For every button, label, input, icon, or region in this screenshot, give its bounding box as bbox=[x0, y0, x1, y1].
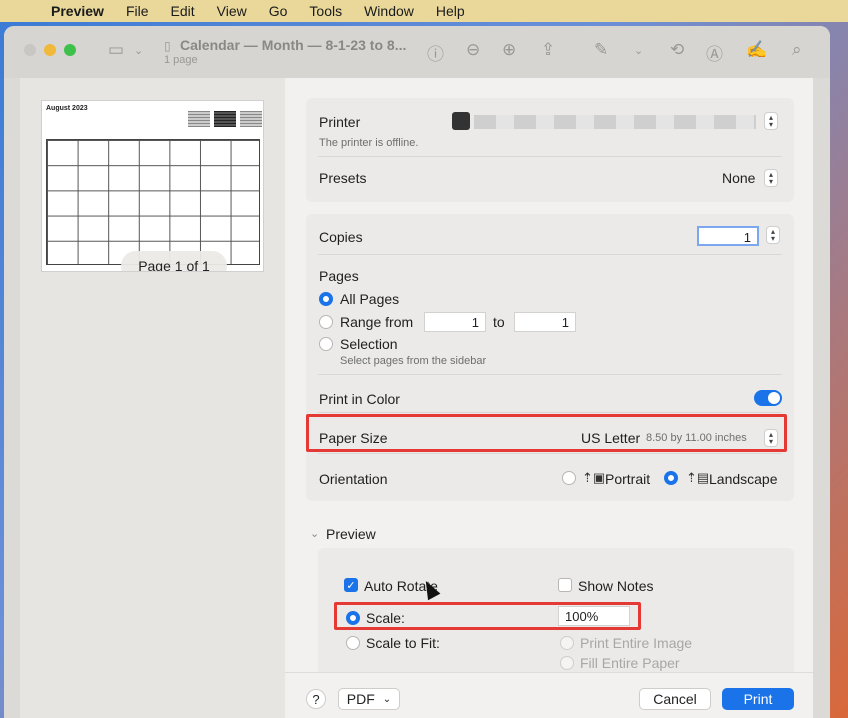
printer-group: Printer ▴ ▾ The printer is offline. Prese… bbox=[306, 98, 794, 202]
help-button[interactable]: ? bbox=[306, 689, 326, 709]
info-icon[interactable]: ⓘ bbox=[427, 40, 444, 65]
all-pages-label[interactable]: All Pages bbox=[340, 291, 399, 307]
landscape-icon: ⇡▤ bbox=[686, 470, 710, 485]
mini-calendar bbox=[214, 111, 236, 127]
selection-hint: Select pages from the sidebar bbox=[340, 355, 487, 367]
mini-calendar bbox=[188, 111, 210, 127]
markup-icon[interactable]: ✎ bbox=[594, 40, 608, 60]
pdf-button[interactable]: PDF ⌄ bbox=[338, 688, 400, 710]
cancel-button[interactable]: Cancel bbox=[639, 688, 711, 710]
print-button[interactable]: Print bbox=[722, 688, 794, 710]
print-entire-image-label[interactable]: Print Entire Image bbox=[580, 635, 692, 651]
orientation-label: Orientation bbox=[319, 471, 388, 487]
copies-label: Copies bbox=[319, 229, 363, 245]
range-radio[interactable] bbox=[319, 315, 333, 329]
markup-chevron-icon[interactable]: ⌄ bbox=[634, 44, 643, 57]
range-to-label: to bbox=[493, 314, 505, 330]
print-in-color-label: Print in Color bbox=[319, 391, 400, 407]
page-indicator: Page 1 of 1 bbox=[121, 251, 227, 271]
share-icon[interactable]: ⇪ bbox=[541, 40, 555, 60]
scale-highlight bbox=[334, 602, 641, 630]
print-options: Printer ▴ ▾ The printer is offline. Prese… bbox=[285, 78, 813, 718]
menu-go[interactable]: Go bbox=[258, 3, 299, 19]
signature-icon[interactable]: ✍ bbox=[746, 40, 767, 60]
calendar-grid bbox=[46, 139, 260, 265]
paper-size-highlight bbox=[306, 414, 787, 452]
divider bbox=[318, 254, 782, 255]
portrait-icon: ⇡▣ bbox=[582, 470, 606, 485]
fill-entire-paper-label[interactable]: Fill Entire Paper bbox=[580, 655, 680, 671]
print-in-color-toggle[interactable] bbox=[754, 390, 782, 406]
sheet-footer: ? PDF ⌄ Cancel Print bbox=[285, 672, 813, 718]
minimize-window-button[interactable] bbox=[44, 44, 56, 56]
close-window-button[interactable] bbox=[24, 44, 36, 56]
rotate-icon[interactable]: ⟲ bbox=[670, 40, 684, 60]
printer-status: The printer is offline. bbox=[319, 137, 419, 149]
menu-file[interactable]: File bbox=[115, 3, 160, 19]
menu-edit[interactable]: Edit bbox=[160, 3, 206, 19]
range-from-label[interactable]: Range from bbox=[340, 314, 413, 330]
divider bbox=[318, 374, 782, 375]
printer-icon bbox=[452, 112, 470, 130]
menu-bar: Preview File Edit View Go Tools Window H… bbox=[0, 0, 848, 22]
zoom-in-icon[interactable]: ⊕ bbox=[502, 40, 516, 60]
landscape-label[interactable]: Landscape bbox=[709, 471, 778, 487]
copies-stepper[interactable]: ▴ ▾ bbox=[766, 226, 780, 244]
auto-rotate-checkbox[interactable]: ✓ bbox=[344, 578, 358, 592]
selection-radio[interactable] bbox=[319, 337, 333, 351]
search-icon[interactable]: ⌕ bbox=[792, 40, 802, 60]
copies-field[interactable]: 1 bbox=[697, 226, 759, 246]
divider bbox=[318, 156, 782, 157]
preview-window: ▭ ⌄ ▯ Calendar — Month — 8-1-23 to 8... … bbox=[4, 26, 830, 718]
divider bbox=[318, 412, 782, 413]
window-subtitle: 1 page bbox=[164, 54, 198, 66]
zoom-window-button[interactable] bbox=[64, 44, 76, 56]
printer-label: Printer bbox=[319, 114, 361, 130]
pdf-chevron-icon: ⌄ bbox=[382, 693, 392, 705]
chevron-down-icon[interactable]: ⌄ bbox=[134, 44, 143, 57]
pdf-button-label: PDF bbox=[346, 691, 375, 707]
preview-chevron-icon[interactable]: ⌄ bbox=[310, 527, 319, 540]
all-pages-radio[interactable] bbox=[319, 292, 333, 306]
print-entire-image-radio[interactable] bbox=[560, 636, 574, 650]
annotate-icon[interactable]: Ⓐ bbox=[706, 40, 723, 65]
document-icon: ▯ bbox=[164, 39, 171, 53]
mini-calendar bbox=[240, 111, 262, 127]
printer-popup-arrows[interactable]: ▴ ▾ bbox=[764, 112, 778, 130]
landscape-radio[interactable] bbox=[664, 471, 678, 485]
selection-label[interactable]: Selection bbox=[340, 336, 398, 352]
scale-to-fit-radio[interactable] bbox=[346, 636, 360, 650]
divider bbox=[318, 453, 782, 454]
page-sidebar: August 2023 Page 1 of 1 bbox=[20, 78, 285, 718]
presets-popup-arrows[interactable]: ▴ ▾ bbox=[764, 169, 778, 187]
page-thumbnail[interactable]: August 2023 Page 1 of 1 bbox=[41, 100, 264, 272]
printer-name-redacted[interactable] bbox=[474, 115, 756, 129]
show-notes-checkbox[interactable] bbox=[558, 578, 572, 592]
window-title: Calendar — Month — 8-1-23 to 8... bbox=[180, 37, 407, 53]
copies-pages-group: Copies 1 ▴ ▾ Pages All Pages Range from 1… bbox=[306, 214, 794, 501]
presets-label: Presets bbox=[319, 170, 367, 186]
menu-app-name[interactable]: Preview bbox=[40, 3, 115, 19]
range-start-field[interactable]: 1 bbox=[424, 312, 486, 332]
scale-to-fit-label[interactable]: Scale to Fit: bbox=[366, 635, 440, 651]
menu-view[interactable]: View bbox=[206, 3, 258, 19]
portrait-label[interactable]: Portrait bbox=[605, 471, 650, 487]
thumbnail-title: August 2023 bbox=[46, 105, 88, 112]
presets-value[interactable]: None bbox=[722, 170, 755, 186]
title-bar: ▭ ⌄ ▯ Calendar — Month — 8-1-23 to 8... … bbox=[4, 26, 830, 78]
range-end-field[interactable]: 1 bbox=[514, 312, 576, 332]
menu-window[interactable]: Window bbox=[353, 3, 425, 19]
show-notes-label[interactable]: Show Notes bbox=[578, 578, 653, 594]
print-sheet: August 2023 Page 1 of 1 Printer ▴ ▾ The p… bbox=[20, 78, 813, 718]
sidebar-toggle-icon[interactable]: ▭ bbox=[108, 40, 124, 60]
menu-help[interactable]: Help bbox=[425, 3, 476, 19]
portrait-radio[interactable] bbox=[562, 471, 576, 485]
menu-tools[interactable]: Tools bbox=[298, 3, 353, 19]
zoom-out-icon[interactable]: ⊖ bbox=[466, 40, 480, 60]
pages-label: Pages bbox=[319, 268, 359, 284]
fill-entire-paper-radio[interactable] bbox=[560, 656, 574, 670]
preview-section-label[interactable]: Preview bbox=[326, 526, 376, 542]
